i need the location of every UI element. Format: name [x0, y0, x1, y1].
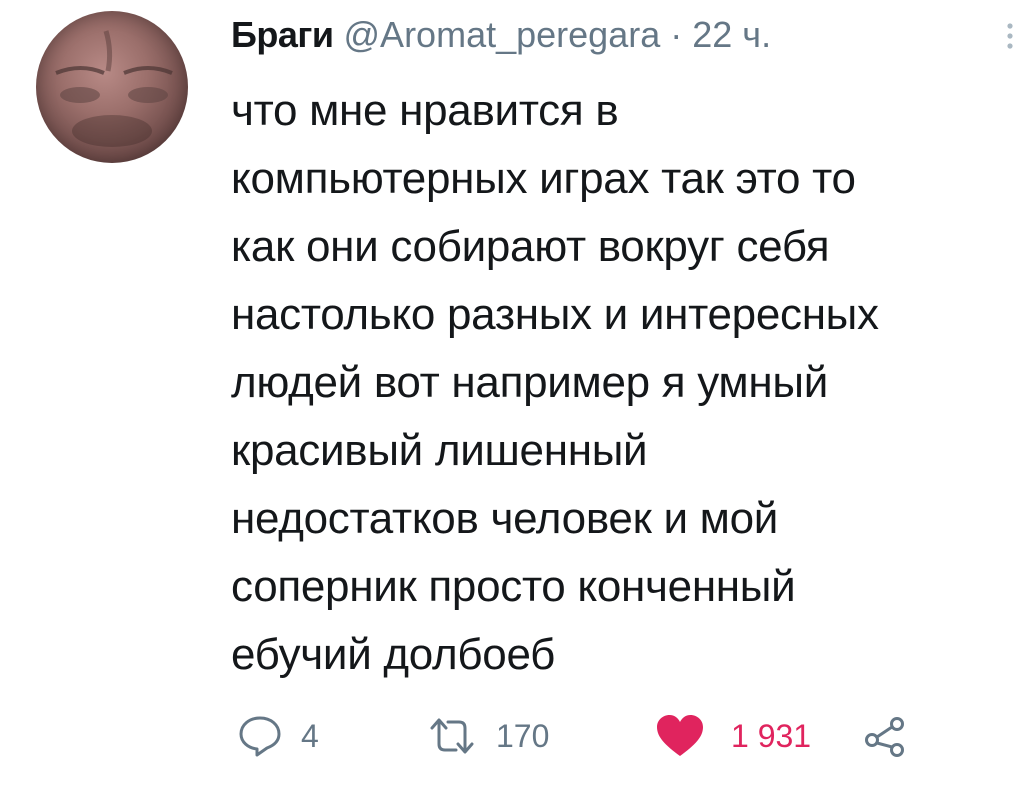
timestamp[interactable]: 22 ч.	[692, 14, 771, 55]
retweet-icon	[430, 718, 474, 754]
tweet-actions: 4 170 1 931	[231, 708, 1021, 764]
like-count: 1 931	[731, 717, 812, 754]
reply-count: 4	[301, 717, 319, 754]
reply-button[interactable]: 4	[237, 708, 319, 764]
reply-icon	[239, 716, 281, 757]
heart-icon	[657, 715, 703, 756]
avatar-photo-icon	[55, 30, 173, 147]
more-vertical-icon[interactable]	[1003, 22, 1017, 50]
author-name[interactable]: Браги	[231, 14, 334, 55]
share-button[interactable]	[863, 708, 907, 764]
tweet-text: что мне нравится в компьютерных играх та…	[231, 86, 879, 679]
retweet-button[interactable]: 170	[426, 708, 549, 764]
avatar[interactable]	[36, 11, 188, 163]
separator-dot: ·	[670, 14, 683, 55]
like-button[interactable]: 1 931	[655, 708, 811, 764]
share-icon	[865, 717, 904, 757]
author-handle[interactable]: @Aromat_peregara	[344, 14, 661, 55]
tweet-header: Браги @Aromat_peregara · 22 ч.	[231, 10, 1021, 60]
tweet: Браги @Aromat_peregara · 22 ч. что мне нр…	[0, 0, 1023, 785]
retweet-count: 170	[496, 717, 550, 754]
